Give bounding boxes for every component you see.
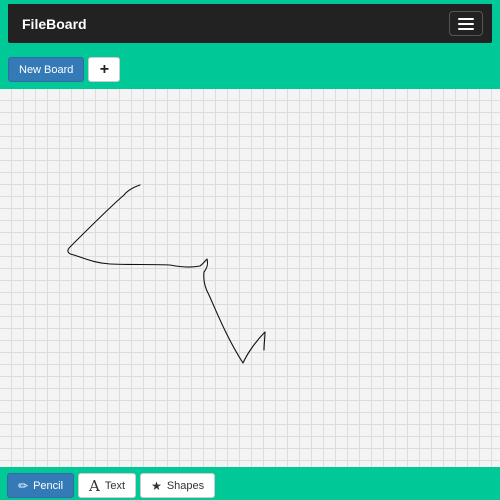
tool-bar: ✏ Pencil A Text ★ Shapes <box>7 473 216 498</box>
hamburger-menu-icon[interactable] <box>449 11 483 36</box>
pencil-tool-label: Pencil <box>33 479 64 492</box>
plus-icon[interactable]: + <box>88 57 121 82</box>
text-icon: A <box>89 476 100 495</box>
menu-bar <box>458 22 474 25</box>
pencil-icon: ✏ <box>18 478 29 493</box>
shapes-tool-button[interactable]: ★ Shapes <box>140 473 216 498</box>
pencil-tool-button[interactable]: ✏ Pencil <box>7 473 75 498</box>
text-tool-label: Text <box>104 479 126 492</box>
app-window: FileBoard New Board + ✏ Pencil A Text ★ … <box>0 0 500 500</box>
text-tool-button[interactable]: A Text <box>78 473 137 498</box>
navbar: FileBoard <box>8 4 492 43</box>
new-board-button[interactable]: New Board <box>8 57 85 82</box>
app-title[interactable]: FileBoard <box>22 16 87 32</box>
menu-bar <box>458 17 474 20</box>
drawing-layer <box>67 184 266 364</box>
pencil-stroke <box>67 184 266 364</box>
shapes-tool-label: Shapes <box>166 479 205 492</box>
star-icon: ★ <box>151 478 162 493</box>
drawing-canvas[interactable] <box>0 89 500 467</box>
menu-bar <box>458 27 474 30</box>
board-toolbar: New Board + <box>8 57 121 82</box>
